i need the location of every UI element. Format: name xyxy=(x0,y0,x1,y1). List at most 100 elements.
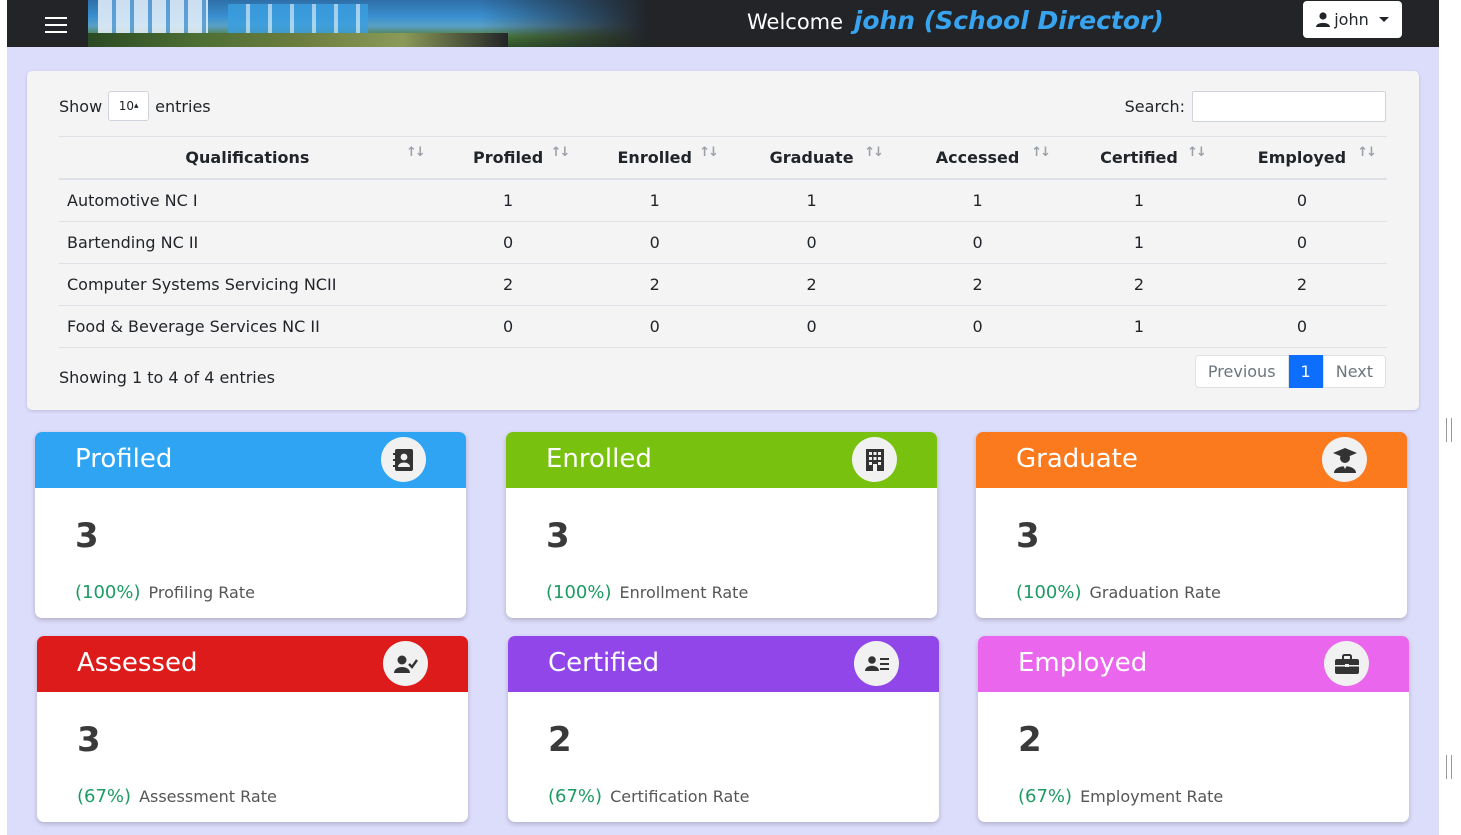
entries-length-control: Show 10 ▴︎ entries xyxy=(59,91,211,121)
stat-card-rate-label: Enrollment Rate xyxy=(619,583,749,602)
entries-select[interactable]: 10 ▴︎ xyxy=(108,91,150,121)
stat-card-value: 3 xyxy=(75,516,99,556)
sort-icon: ↑↓ xyxy=(406,145,426,160)
cell-enrolled: 2 xyxy=(580,263,730,306)
stat-card-value: 3 xyxy=(1016,516,1040,556)
main-content: Show 10 ▴︎ entries Search: Qualifications… xyxy=(7,47,1439,835)
stat-card-rate: (100%) Profiling Rate xyxy=(75,582,255,603)
cell-certified: 1 xyxy=(1061,179,1217,222)
sort-icon: ↑↓ xyxy=(1357,145,1377,160)
stat-card-percent: (67%) xyxy=(1018,786,1073,807)
cell-enrolled: 1 xyxy=(580,179,730,222)
cell-employed: 0 xyxy=(1216,221,1387,264)
cell-accessed: 2 xyxy=(894,263,1062,306)
cell-certified: 1 xyxy=(1061,305,1217,348)
stat-card-rate-label: Assessment Rate xyxy=(139,787,277,806)
welcome-user-name: john (School Director) xyxy=(853,6,1164,35)
column-header-accessed[interactable]: Accessed ↑↓ xyxy=(894,136,1062,180)
cell-employed: 0 xyxy=(1216,179,1387,222)
stat-card-rate: (67%) Assessment Rate xyxy=(77,786,277,807)
stat-card-rate-label: Employment Rate xyxy=(1080,787,1224,806)
table-row: Computer Systems Servicing NCII 2 2 2 2 … xyxy=(59,263,1387,306)
stat-card-percent: (100%) xyxy=(75,582,141,603)
stat-card-title: Employed xyxy=(1018,648,1148,678)
cell-certified: 2 xyxy=(1061,263,1217,306)
user-icon xyxy=(1316,12,1331,27)
sort-icon: ↑↓ xyxy=(864,145,884,160)
stat-card-employed: Employed 2 (67%) Employment Rate xyxy=(978,636,1409,822)
cell-enrolled: 0 xyxy=(580,221,730,264)
stat-card-profiled: Profiled 3 (100%) Profiling Rate xyxy=(35,432,466,618)
stat-card-title: Certified xyxy=(548,648,660,678)
cell-qualification: Food & Beverage Services NC II xyxy=(59,305,436,348)
user-check-icon xyxy=(383,641,428,686)
column-header-enrolled[interactable]: Enrolled ↑↓ xyxy=(580,136,730,180)
stat-card-graduate: Graduate 3 (100%) Graduation Rate xyxy=(976,432,1407,618)
stat-card-percent: (100%) xyxy=(1016,582,1082,603)
stat-card-rate-label: Certification Rate xyxy=(610,787,750,806)
table-header-row: Qualifications ↑↓ Profiled ↑↓ Enrolled ↑↓ G… xyxy=(59,136,1387,180)
stat-card-enrolled: Enrolled 3 (100%) Enrollment Rate xyxy=(506,432,937,618)
briefcase-icon xyxy=(1324,641,1369,686)
column-header-certified[interactable]: Certified ↑↓ xyxy=(1061,136,1217,180)
stat-card-percent: (100%) xyxy=(546,582,612,603)
qualifications-table-card: Show 10 ▴︎ entries Search: Qualifications… xyxy=(27,71,1419,410)
id-card-icon xyxy=(854,641,899,686)
cell-employed: 0 xyxy=(1216,305,1387,348)
search-control: Search: xyxy=(1125,91,1386,122)
cell-profiled: 0 xyxy=(435,305,581,348)
qualifications-table: Qualifications ↑↓ Profiled ↑↓ Enrolled ↑↓ G… xyxy=(59,136,1387,348)
show-label: Show xyxy=(59,96,103,116)
stat-card-value: 2 xyxy=(548,720,572,760)
cell-graduate: 2 xyxy=(729,263,895,306)
cell-graduate: 0 xyxy=(729,221,895,264)
stat-card-value: 3 xyxy=(77,720,101,760)
welcome-message: Welcome john (School Director) xyxy=(747,6,1164,35)
stat-card-header: Certified xyxy=(508,636,939,692)
next-page-button[interactable]: Next xyxy=(1322,355,1386,388)
cell-qualification: Automotive NC I xyxy=(59,179,436,222)
resize-handle[interactable] xyxy=(1446,755,1452,779)
search-input[interactable] xyxy=(1192,91,1386,122)
cell-accessed: 0 xyxy=(894,221,1062,264)
stat-card-header: Employed xyxy=(978,636,1409,692)
column-header-profiled[interactable]: Profiled ↑↓ xyxy=(435,136,581,180)
table-info-text: Showing 1 to 4 of 4 entries xyxy=(59,368,275,387)
cell-profiled: 2 xyxy=(435,263,581,306)
sort-icon: ↑↓ xyxy=(1031,145,1051,160)
welcome-label: Welcome xyxy=(747,10,844,34)
column-header-graduate[interactable]: Graduate ↑↓ xyxy=(729,136,895,180)
building-icon xyxy=(852,437,897,482)
stat-card-assessed: Assessed 3 (67%) Assessment Rate xyxy=(37,636,468,822)
column-header-qualifications[interactable]: Qualifications ↑↓ xyxy=(59,136,436,180)
stat-card-certified: Certified 2 (67%) Certification Rate xyxy=(508,636,939,822)
resize-handle[interactable] xyxy=(1446,418,1452,442)
column-header-employed[interactable]: Employed ↑↓ xyxy=(1216,136,1387,180)
user-menu-button[interactable]: john xyxy=(1303,1,1402,38)
page-1-button[interactable]: 1 xyxy=(1288,355,1323,388)
user-menu-label: john xyxy=(1334,10,1369,29)
school-banner-image xyxy=(88,0,648,47)
cell-profiled: 0 xyxy=(435,221,581,264)
entries-select-value: 10 xyxy=(118,99,135,113)
cell-graduate: 1 xyxy=(729,179,895,222)
stat-card-title: Profiled xyxy=(75,444,173,474)
stat-card-header: Enrolled xyxy=(506,432,937,488)
cell-accessed: 1 xyxy=(894,179,1062,222)
stat-card-rate-label: Profiling Rate xyxy=(148,583,255,602)
cell-accessed: 0 xyxy=(894,305,1062,348)
cell-graduate: 0 xyxy=(729,305,895,348)
table-row: Automotive NC I 1 1 1 1 1 0 xyxy=(59,179,1387,222)
pagination: Previous 1 Next xyxy=(1194,355,1386,388)
previous-page-button[interactable]: Previous xyxy=(1194,355,1289,388)
stat-card-title: Enrolled xyxy=(546,444,652,474)
stat-card-title: Assessed xyxy=(77,648,198,678)
sort-icon: ↑↓ xyxy=(550,145,571,160)
table-row: Food & Beverage Services NC II 0 0 0 0 1… xyxy=(59,305,1387,348)
stat-card-value: 3 xyxy=(546,516,570,556)
menu-icon[interactable] xyxy=(45,14,67,33)
stat-card-rate: (67%) Certification Rate xyxy=(548,786,749,807)
stat-card-rate: (67%) Employment Rate xyxy=(1018,786,1223,807)
sort-icon: ↑↓ xyxy=(699,145,719,160)
stat-card-title: Graduate xyxy=(1016,444,1138,474)
